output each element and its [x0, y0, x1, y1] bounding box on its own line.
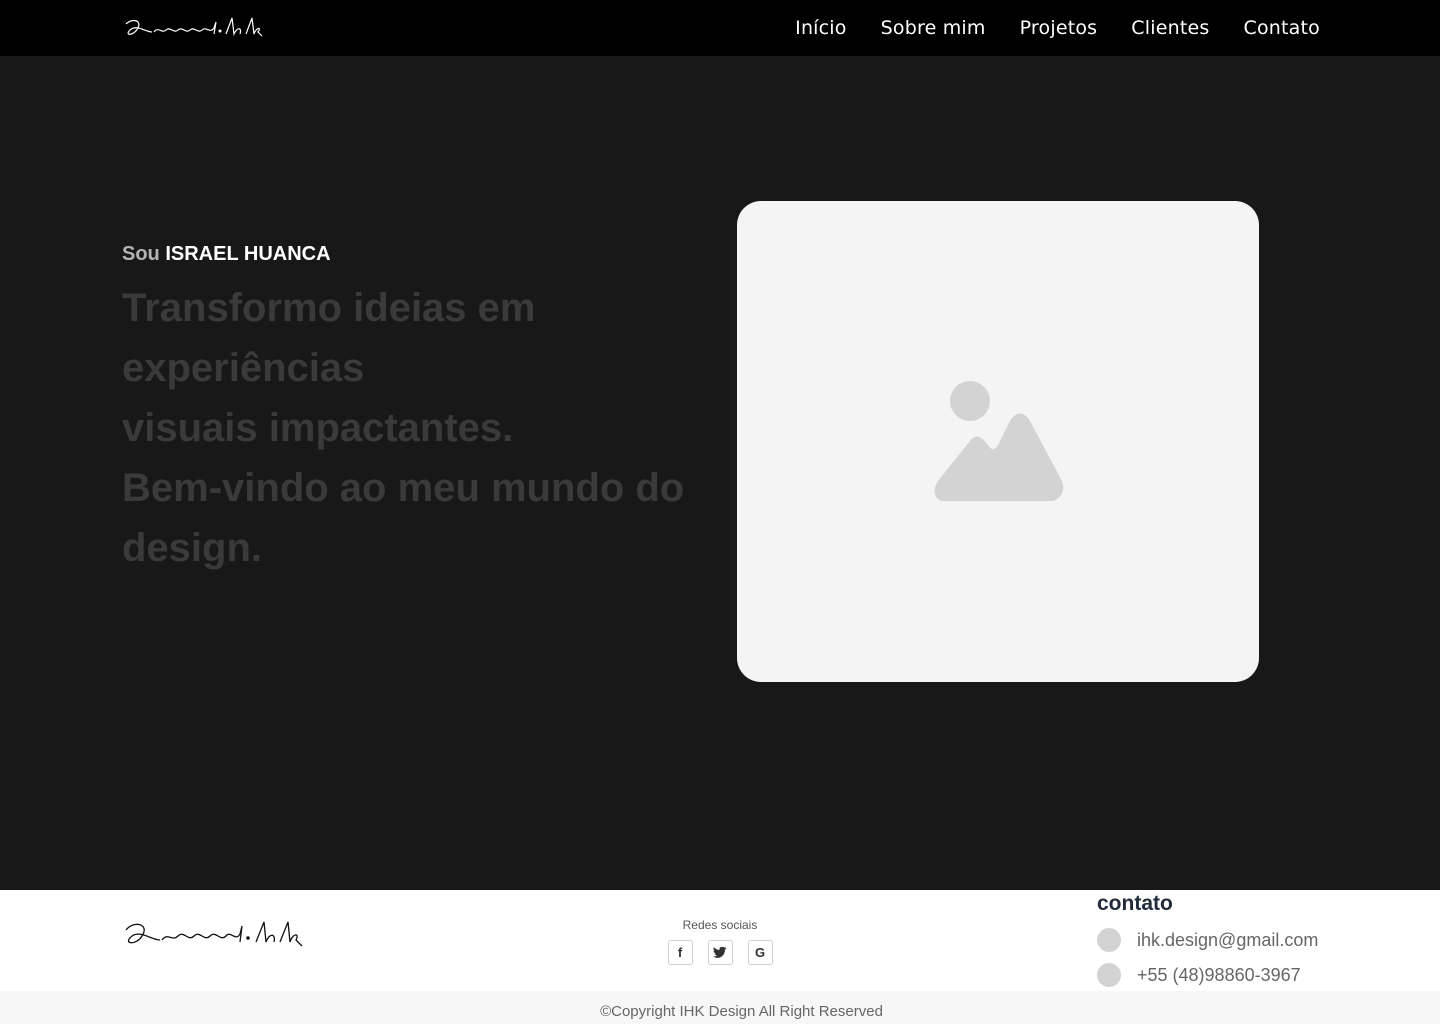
contact-email-row[interactable]: ihk.design@gmail.com: [1097, 928, 1337, 952]
phone-icon: [1097, 963, 1121, 987]
intro-name: ISRAEL HUANCA: [165, 243, 331, 265]
nav-clientes[interactable]: Clientes: [1131, 17, 1209, 39]
hero-intro: Sou ISRAEL HUANCA: [122, 243, 331, 266]
footer: Redes sociais f G contato ihk.design@gma…: [0, 890, 1440, 991]
nav-projetos[interactable]: Projetos: [1020, 17, 1098, 39]
contact-phone[interactable]: +55 (48)98860-3967: [1137, 965, 1301, 986]
contact-email[interactable]: ihk.design@gmail.com: [1137, 930, 1318, 951]
image-placeholder-icon: [934, 381, 1064, 501]
social-section: Redes sociais f G: [620, 918, 820, 965]
headline-line: design.: [122, 526, 263, 570]
intro-prefix: Sou: [122, 243, 160, 265]
social-title: Redes sociais: [682, 918, 758, 932]
nav-contato[interactable]: Contato: [1243, 17, 1320, 39]
hero-headline: Transformo ideias em experiências visuai…: [122, 278, 722, 578]
main-nav: Início Sobre mim Projetos Clientes Conta…: [795, 0, 1320, 56]
social-icons: f G: [620, 940, 820, 965]
facebook-icon[interactable]: f: [667, 940, 693, 965]
contact-section: contato ihk.design@gmail.com +55 (48)988…: [1097, 892, 1337, 998]
hero-section: Sou ISRAEL HUANCA Transformo ideias em e…: [0, 56, 1440, 890]
google-icon[interactable]: G: [747, 940, 773, 965]
headline-line: Bem-vindo ao meu mundo do: [122, 466, 685, 510]
navbar: Início Sobre mim Projetos Clientes Conta…: [0, 0, 1440, 56]
hero-image-placeholder: [737, 201, 1259, 682]
headline-line: Transformo ideias em: [122, 286, 536, 330]
contact-title: contato: [1097, 892, 1173, 915]
logo[interactable]: [122, 12, 264, 42]
email-icon: [1097, 928, 1121, 952]
nav-inicio[interactable]: Início: [795, 17, 846, 39]
copyright-bar: ©Copyright IHK Design All Right Reserved: [0, 991, 1440, 1024]
copyright-text: ©Copyright IHK Design All Right Reserved: [600, 1003, 883, 1020]
twitter-icon[interactable]: [707, 940, 733, 965]
headline-line: experiências: [122, 346, 365, 390]
headline-line: visuais impactantes.: [122, 406, 514, 450]
footer-logo[interactable]: [122, 914, 304, 952]
contact-phone-row[interactable]: +55 (48)98860-3967: [1097, 963, 1337, 987]
nav-sobre-mim[interactable]: Sobre mim: [881, 17, 986, 39]
twitter-bird-icon: [713, 946, 727, 958]
